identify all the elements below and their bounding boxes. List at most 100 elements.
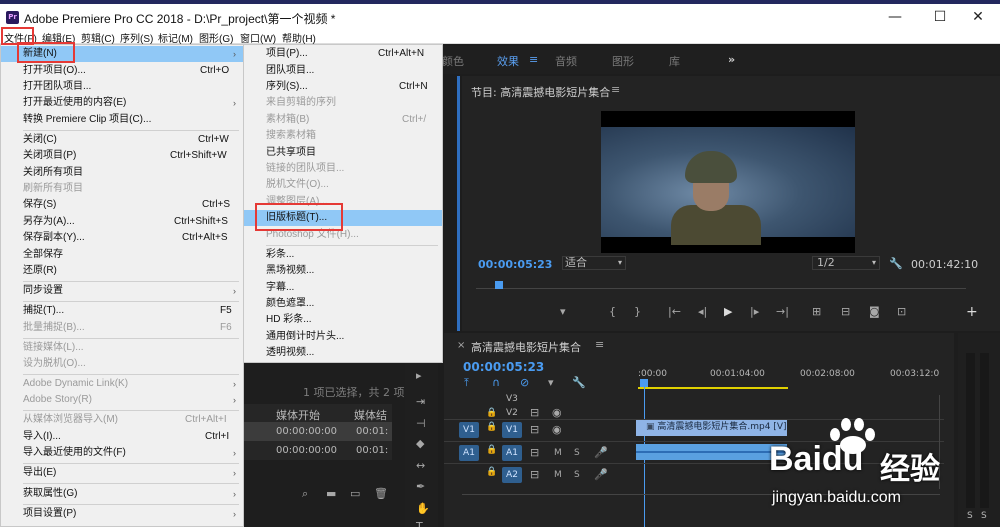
close-tab-icon[interactable]: × [457,340,465,352]
submenu-item-countdown-leader[interactable]: 通用倒计时片头... [244,329,442,345]
pen-tool-icon[interactable]: ✒ [416,481,425,493]
submenu-item-team-project[interactable]: 团队项目... [244,63,442,79]
submenu-item-color-matte[interactable]: 颜色遮罩... [244,296,442,312]
menu-clip[interactable]: 剪辑(C) [81,30,115,45]
submenu-item-linked-team-project[interactable]: 链接的团队项目... [244,161,442,177]
close-button[interactable]: ✕ [968,7,988,27]
source-patch-v1[interactable]: V1 [459,422,479,438]
menu-window[interactable]: 窗口(W) [240,30,276,45]
selection-tool-icon[interactable]: ▸ [416,370,422,382]
lock-icon[interactable]: 🔒 [486,421,497,433]
tab-effects[interactable]: 效果 [497,53,519,69]
submenu-item-black-video[interactable]: 黑场视频... [244,263,442,279]
program-scrub-bar[interactable] [476,288,966,289]
submenu-item-photoshop-file[interactable]: Photoshop 文件(H)... [244,227,442,243]
extract-icon[interactable]: ⊟ [841,306,850,318]
menu-item-open-recent[interactable]: 打开最近使用的内容(E) › [1,95,243,111]
lock-icon[interactable]: 🔒 [486,407,497,419]
go-to-out-icon[interactable]: →| [776,306,789,318]
step-back-icon[interactable]: ◂| [698,306,707,318]
lift-icon[interactable]: ⊞ [812,306,821,318]
menu-item-import-from-media-browser[interactable]: 从媒体浏览器导入(M) Ctrl+Alt+I [1,412,243,428]
menu-edit[interactable]: 编辑(E) [42,30,75,45]
tab-color[interactable]: 颜色 [442,53,464,69]
button-editor-icon[interactable]: ⊡ [897,306,906,318]
new-bin-icon[interactable]: ▬ [326,488,336,500]
nest-icon[interactable]: ⤒ [464,377,469,389]
submenu-item-bin[interactable]: 素材箱(B) Ctrl+/ [244,112,442,128]
submenu-item-sequence-from-clip[interactable]: 来自剪辑的序列 [244,95,442,111]
sync-lock-icon[interactable]: ⊟ [530,469,539,481]
menu-item-sync-settings[interactable]: 同步设置 › [1,283,243,299]
fit-select[interactable]: 适合 ▾ [562,256,626,270]
menu-item-get-properties[interactable]: 获取属性(G) › [1,486,243,502]
menu-item-open-team-project[interactable]: 打开团队项目... [1,79,243,95]
search-icon[interactable]: ⌕ [302,488,308,500]
menu-item-open-project[interactable]: 打开项目(O)... Ctrl+O [1,63,243,79]
sync-lock-icon[interactable]: ⊟ [530,424,539,436]
menu-item-close-project[interactable]: 关闭项目(P) Ctrl+Shift+W [1,148,243,164]
submenu-item-bars-and-tone[interactable]: 彩条... [244,247,442,263]
linked-selection-icon[interactable]: ⊘ [520,377,529,389]
eye-icon[interactable]: ◉ [552,424,562,436]
col-media-end[interactable]: 媒体结 [354,407,387,423]
submenu-item-adjustment-layer[interactable]: 调整图层(A)... [244,194,442,210]
submenu-item-shared-project[interactable]: 已共享项目 [244,145,442,161]
track-target-v1[interactable]: V1 [502,422,522,438]
microphone-icon[interactable]: 🎤 [594,447,608,459]
track-target-a1[interactable]: A1 [502,445,522,461]
timeline-ruler[interactable]: :00:00 00:01:04:00 00:02:08:00 00:03:12:… [638,369,942,391]
program-timecode[interactable]: 00:00:05:23 [478,258,552,271]
menu-item-import[interactable]: 导入(I)... Ctrl+I [1,429,243,445]
sync-lock-icon[interactable]: ⊟ [530,407,539,419]
tabs-overflow-icon[interactable]: » [728,53,735,66]
mark-out-icon[interactable]: } [634,306,641,318]
submenu-item-search-bin[interactable]: 搜索素材箱 [244,128,442,144]
menu-item-save-copy[interactable]: 保存副本(Y)... Ctrl+Alt+S [1,230,243,246]
menu-item-refresh-all-projects[interactable]: 刷新所有项目 [1,181,243,197]
menu-item-dynamic-link[interactable]: Adobe Dynamic Link(K) › [1,376,243,392]
project-row[interactable]: 00:00:00:00 00:01: [244,441,392,460]
razor-tool-icon[interactable]: ◆ [416,438,424,450]
audio-clip-a1[interactable] [636,444,787,460]
sync-lock-icon[interactable]: ⊟ [530,447,539,459]
menu-item-export[interactable]: 导出(E) › [1,465,243,481]
timeline-timecode[interactable]: 00:00:05:23 [463,360,544,374]
program-menu-icon[interactable]: ≡ [611,84,620,96]
ripple-edit-icon[interactable]: ⊣ [416,418,426,430]
slip-tool-icon[interactable]: ↔ [416,460,425,472]
timeline-menu-icon[interactable]: ≡ [595,339,604,351]
menu-item-save-all[interactable]: 全部保存 [1,247,243,263]
project-row[interactable]: 00:00:00:00 00:01: [244,422,392,441]
submenu-item-offline-file[interactable]: 脱机文件(O)... [244,177,442,193]
menu-graphics[interactable]: 图形(G) [199,30,233,45]
menu-item-make-offline[interactable]: 设为脱机(O)... [1,356,243,372]
mute-a2-button[interactable]: M [554,469,562,481]
wrench-icon[interactable]: 🔧 [572,377,586,389]
add-button-icon[interactable]: + [966,305,978,319]
eye-icon[interactable]: ◉ [552,407,562,419]
menu-item-save[interactable]: 保存(S) Ctrl+S [1,197,243,213]
microphone-icon[interactable]: 🎤 [594,469,608,481]
tab-effects-menu-icon[interactable]: ≡ [529,53,538,66]
play-icon[interactable]: ▶ [724,306,732,318]
go-to-in-icon[interactable]: |← [668,306,681,318]
menu-help[interactable]: 帮助(H) [282,30,316,45]
menu-item-close[interactable]: 关闭(C) Ctrl+W [1,132,243,148]
menu-item-save-as[interactable]: 另存为(A)... Ctrl+Shift+S [1,214,243,230]
menu-item-convert-clip[interactable]: 转换 Premiere Clip 项目(C)... [1,112,243,128]
new-item-icon[interactable]: ▭ [350,488,360,500]
source-patch-a1[interactable]: A1 [459,445,479,461]
menu-item-capture[interactable]: 捕捉(T)... F5 [1,303,243,319]
add-marker-icon[interactable]: ▾ [548,377,554,389]
menu-item-import-recent[interactable]: 导入最近使用的文件(F) › [1,445,243,461]
lock-icon[interactable]: 🔒 [486,444,497,456]
track-target-a2[interactable]: A2 [502,467,522,483]
col-media-start[interactable]: 媒体开始 [276,407,320,423]
submenu-item-project[interactable]: 项目(P)... Ctrl+Alt+N [244,46,442,62]
trash-icon[interactable]: 🗑 [374,488,388,500]
work-area-bar[interactable] [638,387,788,389]
menu-sequence[interactable]: 序列(S) [120,30,153,45]
solo-a2-button[interactable]: S [574,469,580,481]
tab-audio[interactable]: 音频 [555,53,577,69]
